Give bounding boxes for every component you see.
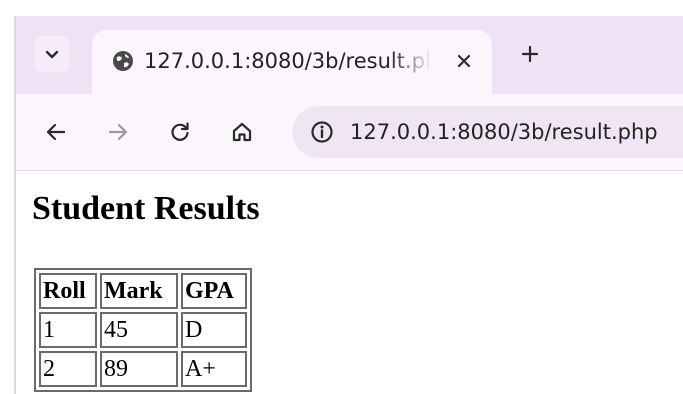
table-header-row: Roll Mark GPA <box>39 273 247 309</box>
tab-title: 127.0.0.1:8080/3b/result.php <box>144 49 432 73</box>
chevron-down-icon <box>45 50 59 59</box>
tab-result-php[interactable]: 127.0.0.1:8080/3b/result.php <box>92 30 492 94</box>
cell-mark: 89 <box>100 351 178 387</box>
info-icon[interactable] <box>310 120 334 144</box>
back-arrow-icon <box>46 123 66 141</box>
toolbar: 127.0.0.1:8080/3b/result.php <box>16 94 683 171</box>
cell-roll: 2 <box>39 351 97 387</box>
home-button[interactable] <box>226 116 258 148</box>
globe-icon <box>113 51 133 71</box>
table-row: 1 45 D <box>39 312 247 348</box>
back-button[interactable] <box>40 116 72 148</box>
forward-arrow-icon <box>108 123 128 141</box>
close-icon <box>457 54 471 68</box>
browser-window: 127.0.0.1:8080/3b/result.php 127.0.0.1:8… <box>16 16 683 394</box>
forward-button[interactable] <box>102 116 134 148</box>
cell-roll: 1 <box>39 312 97 348</box>
tab-search-button[interactable] <box>34 36 70 72</box>
tab-close-button[interactable] <box>452 49 476 73</box>
page-content: Student Results Roll Mark GPA 1 45 D 2 8… <box>16 171 683 394</box>
address-bar-url[interactable]: 127.0.0.1:8080/3b/result.php <box>350 118 658 146</box>
column-header-roll: Roll <box>39 273 97 309</box>
plus-icon <box>521 45 539 63</box>
cell-mark: 45 <box>100 312 178 348</box>
cell-gpa: D <box>181 312 247 348</box>
column-header-mark: Mark <box>100 273 178 309</box>
table-row: 2 89 A+ <box>39 351 247 387</box>
reload-icon <box>171 122 189 141</box>
reload-button[interactable] <box>164 116 196 148</box>
cell-gpa: A+ <box>181 351 247 387</box>
new-tab-button[interactable] <box>516 40 544 68</box>
tab-strip: 127.0.0.1:8080/3b/result.php <box>16 16 683 94</box>
results-table: Roll Mark GPA 1 45 D 2 89 A+ <box>34 268 252 392</box>
home-icon <box>232 122 252 142</box>
column-header-gpa: GPA <box>181 273 247 309</box>
address-bar[interactable]: 127.0.0.1:8080/3b/result.php <box>292 106 683 158</box>
page-title: Student Results <box>32 190 260 227</box>
